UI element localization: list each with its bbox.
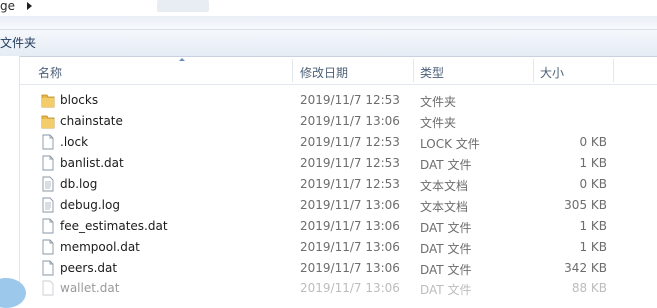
file-type: DAT 文件 xyxy=(420,263,472,277)
file-icon xyxy=(42,155,54,171)
file-name: blocks xyxy=(60,93,99,107)
file-date: 2019/11/7 13:06 xyxy=(300,240,400,254)
file-row[interactable]: mempool.dat 2019/11/7 13:06 DAT 文件 1 KB xyxy=(20,237,657,258)
address-frame xyxy=(0,16,657,29)
breadcrumb-arrow-icon[interactable] xyxy=(27,2,32,10)
navigation-pane[interactable] xyxy=(0,56,20,288)
file-size: 0 KB xyxy=(579,135,607,149)
file-name: fee_estimates.dat xyxy=(60,219,168,233)
new-folder-button[interactable]: 文件夹 xyxy=(0,34,36,51)
file-type: 文件夹 xyxy=(420,95,457,109)
file-date: 2019/11/7 12:53 xyxy=(300,93,400,107)
file-size: 342 KB xyxy=(564,261,607,275)
column-separator[interactable] xyxy=(292,59,293,82)
file-size: 1 KB xyxy=(579,156,607,170)
file-icon xyxy=(42,134,54,150)
file-size: 88 KB xyxy=(571,281,607,295)
file-date: 2019/11/7 12:53 xyxy=(300,177,400,191)
file-date: 2019/11/7 13:06 xyxy=(300,219,400,233)
file-row[interactable]: fee_estimates.dat 2019/11/7 13:06 DAT 文件… xyxy=(20,216,657,237)
folder-icon xyxy=(41,115,55,129)
toolbar: 文件夹 xyxy=(0,29,657,57)
file-size: 1 KB xyxy=(579,240,607,254)
file-row[interactable]: debug.log 2019/11/7 13:06 文本文档 305 KB xyxy=(20,195,657,216)
file-row[interactable]: .lock 2019/11/7 12:53 LOCK 文件 0 KB xyxy=(20,132,657,153)
file-type: DAT 文件 xyxy=(420,283,472,297)
file-icon xyxy=(42,260,54,276)
file-date: 2019/11/7 13:06 xyxy=(300,261,400,275)
file-type: 文件夹 xyxy=(420,116,457,130)
file-name: .lock xyxy=(60,135,89,149)
text-file-icon xyxy=(42,176,54,192)
column-separator[interactable] xyxy=(533,59,534,82)
file-date: 2019/11/7 13:06 xyxy=(300,114,400,128)
sort-ascending-icon xyxy=(179,58,185,61)
file-icon xyxy=(42,218,54,234)
column-size[interactable]: 大小 xyxy=(540,64,564,81)
file-date: 2019/11/7 13:06 xyxy=(300,198,400,212)
file-row[interactable]: chainstate 2019/11/7 13:06 文件夹 xyxy=(20,111,657,132)
address-bar[interactable]: ge xyxy=(0,0,657,17)
file-row[interactable]: banlist.dat 2019/11/7 12:53 DAT 文件 1 KB xyxy=(20,153,657,174)
file-date: 2019/11/7 12:53 xyxy=(300,135,400,149)
file-date: 2019/11/7 12:53 xyxy=(300,156,400,170)
file-row[interactable]: blocks 2019/11/7 12:53 文件夹 xyxy=(20,90,657,111)
column-date[interactable]: 修改日期 xyxy=(300,64,348,81)
column-separator[interactable] xyxy=(613,59,614,82)
text-file-icon xyxy=(42,197,54,213)
file-type: DAT 文件 xyxy=(420,242,472,256)
file-row[interactable]: peers.dat 2019/11/7 13:06 DAT 文件 342 KB xyxy=(20,258,657,279)
file-name: chainstate xyxy=(60,114,123,128)
file-type: 文本文档 xyxy=(420,179,469,193)
file-date: 2019/11/7 13:06 xyxy=(300,281,400,295)
folder-icon xyxy=(41,94,55,108)
column-type[interactable]: 类型 xyxy=(420,64,444,81)
file-type: 文本文档 xyxy=(420,200,469,214)
file-type: LOCK 文件 xyxy=(420,137,480,151)
file-name: wallet.dat xyxy=(60,281,120,295)
file-icon xyxy=(42,239,54,255)
file-type: DAT 文件 xyxy=(420,158,472,172)
file-type: DAT 文件 xyxy=(420,221,472,235)
file-name: banlist.dat xyxy=(60,156,124,170)
file-size: 1 KB xyxy=(579,219,607,233)
column-name[interactable]: 名称 xyxy=(38,64,62,81)
file-row[interactable]: wallet.dat 2019/11/7 13:06 DAT 文件 88 KB xyxy=(20,278,657,299)
file-name: db.log xyxy=(60,177,98,191)
file-size: 305 KB xyxy=(564,198,607,212)
file-row[interactable]: db.log 2019/11/7 12:53 文本文档 0 KB xyxy=(20,174,657,195)
file-size: 0 KB xyxy=(579,177,607,191)
file-icon xyxy=(42,280,54,296)
column-header: 名称 修改日期 类型 大小 xyxy=(20,57,657,85)
address-crumb[interactable]: ge xyxy=(0,0,15,13)
column-separator[interactable] xyxy=(413,59,414,82)
file-name: debug.log xyxy=(60,198,120,212)
address-blurred-segment xyxy=(157,0,209,12)
file-name: peers.dat xyxy=(60,261,118,275)
file-name: mempool.dat xyxy=(60,240,140,254)
